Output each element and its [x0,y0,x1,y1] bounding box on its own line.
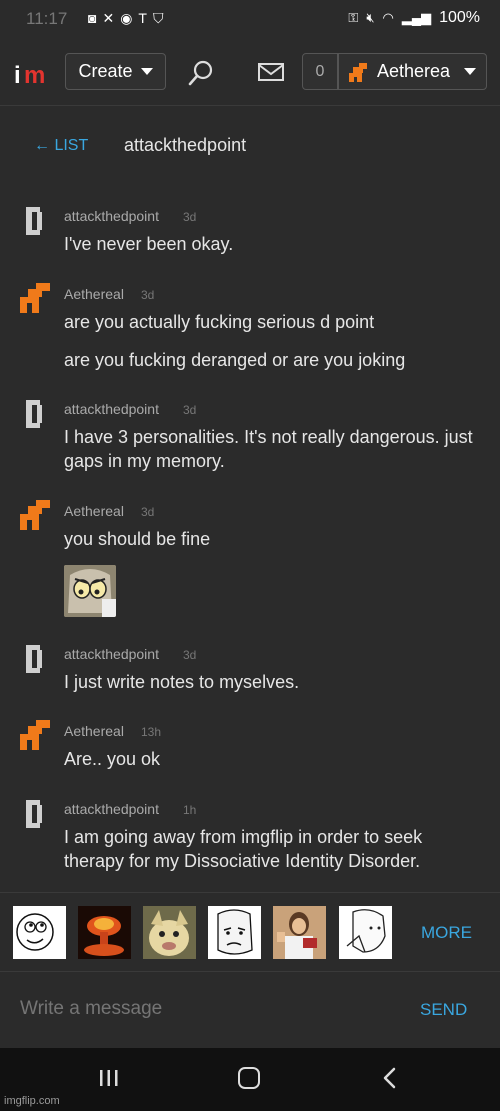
notification-icon: ◙ [88,10,97,26]
message-username[interactable]: attackthedpoint [64,401,159,417]
user-avatar[interactable] [18,718,52,752]
message-text: I have 3 personalities. It's not really … [64,427,473,471]
notification-icon: T [138,10,147,26]
android-nav-bar [0,1048,500,1111]
meme-picker-strip: MORE [0,892,500,972]
message-time: 3d [183,210,197,224]
message-text: Are.. you ok [64,749,161,769]
logo-letter-m: m [24,62,46,89]
message-time: 13h [141,725,162,739]
message-text: are you fucking deranged or are you joki… [64,350,406,370]
back-icon[interactable] [380,1066,400,1090]
message-time: 1h [183,803,197,817]
back-to-list-link[interactable]: ← LIST [34,137,88,155]
notification-icon: ◉ [120,10,133,26]
create-label: Create [78,61,133,81]
message-username[interactable]: Aethereal [64,503,124,519]
meme-image-thumbnail[interactable] [64,565,116,617]
message-time: 3d [141,505,155,519]
conversation-title: attackthedpoint [124,135,247,155]
status-time: 11:17 [26,9,68,28]
meme-thumbnail-okay-guy[interactable] [208,906,261,959]
user-avatar[interactable] [18,281,52,315]
more-memes-button[interactable]: MORE [421,923,472,943]
send-button[interactable]: SEND [420,1000,467,1020]
key-icon: ⚿ [348,10,359,25]
shield-icon: ⛉ [152,10,164,26]
top-nav: i m Create 0 Aetherea [0,38,500,106]
meme-thumbnail-buddy-christ[interactable] [273,906,326,959]
create-button[interactable]: Create [65,53,166,90]
message-text: you should be fine [64,529,211,549]
chevron-down-icon [464,68,477,75]
notification-icons: ◙ ✕ ◉ T ⛉ [88,10,163,27]
user-avatar[interactable] [18,396,52,430]
wifi-icon: ◠ [382,10,394,25]
message-time: 3d [141,288,155,302]
chevron-down-icon [140,68,153,75]
home-icon[interactable] [238,1067,260,1089]
mail-icon[interactable] [257,61,285,83]
recent-apps-icon[interactable] [98,1068,120,1088]
imgflip-logo[interactable]: i m [14,58,54,89]
user-avatar[interactable] [18,498,52,532]
message-username[interactable]: attackthedpoint [64,801,159,817]
system-indicators: ⚿ 🔇︎ ◠ ▂▄▆ 100% [348,9,480,27]
user-avatar[interactable] [18,796,52,830]
user-avatar[interactable] [18,641,52,675]
battery-level: 100% [439,9,480,26]
meme-thumbnail-cat[interactable] [143,906,196,959]
message-username[interactable]: attackthedpoint [64,646,159,662]
message-time: 3d [183,403,197,417]
search-icon[interactable] [186,58,216,88]
message-text: I just write notes to myselves. [64,672,300,692]
imgflip-watermark: imgflip.com [4,1095,60,1107]
username-label: Aetherea [377,61,451,81]
message-text: are you actually fucking serious d point [64,312,375,332]
message-text: I am going away from imgflip in order to… [64,827,423,871]
message-text: I've never been okay. [64,234,234,254]
user-avatar-icon [349,62,367,82]
message-time: 3d [183,648,197,662]
message-username[interactable]: Aethereal [64,286,124,302]
logo-letter-i: i [14,62,21,89]
compose-bar: SEND [0,972,500,1048]
signal-icon: ▂▄▆ [401,10,432,25]
notification-count[interactable]: 0 [302,53,338,90]
status-bar: 11:17 ◙ ✕ ◉ T ⛉ ⚿ 🔇︎ ◠ ▂▄▆ 100% [0,0,500,38]
meme-thumbnail-explosion[interactable] [78,906,131,959]
message-input[interactable] [20,998,360,1020]
mute-icon: 🔇︎ [366,10,375,25]
meme-thumbnail-derp[interactable] [13,906,66,959]
message-username[interactable]: Aethereal [64,723,124,739]
notification-icon: ✕ [102,10,115,26]
meme-thumbnail-wojak[interactable] [339,906,392,959]
user-avatar[interactable] [18,203,52,237]
user-menu-button[interactable]: Aetherea [338,53,487,90]
message-username[interactable]: attackthedpoint [64,208,159,224]
